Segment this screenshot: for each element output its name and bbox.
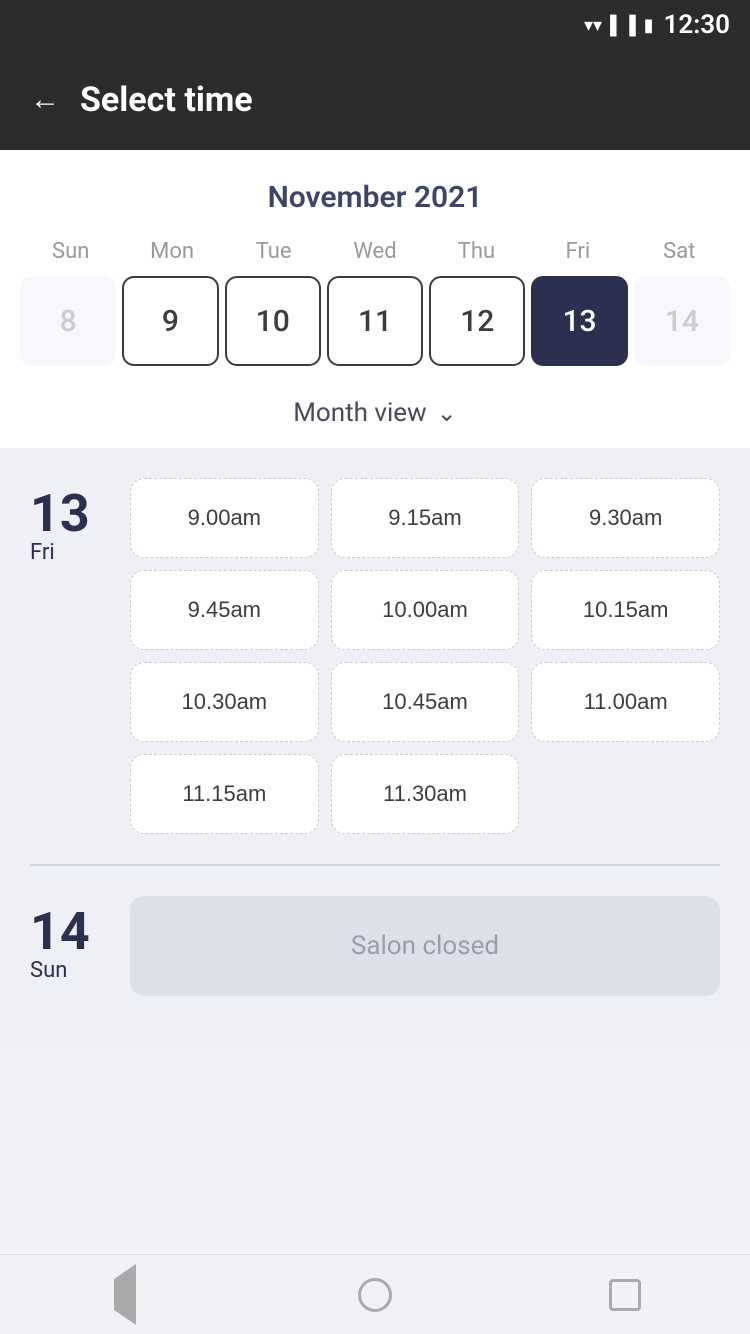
time-slot-900am[interactable]: 9.00am <box>130 478 319 558</box>
status-bar: ▾▾ ▌▐ ▮ 12:30 <box>0 0 750 50</box>
day-11[interactable]: 11 <box>327 276 423 366</box>
time-slot-945am[interactable]: 9.45am <box>130 570 319 650</box>
nav-back-button[interactable] <box>95 1265 155 1325</box>
time-slot-1030am[interactable]: 10.30am <box>130 662 319 742</box>
day-14[interactable]: 14 <box>634 276 730 366</box>
day-14-section: 14 Sun Salon closed <box>30 896 720 1026</box>
section-divider <box>30 864 720 866</box>
home-nav-icon <box>358 1278 392 1312</box>
day-14-label: 14 Sun <box>30 896 110 983</box>
day-13-number: 13 <box>30 488 90 540</box>
time-slot-1000am[interactable]: 10.00am <box>331 570 520 650</box>
weekday-wed: Wed <box>324 239 425 264</box>
time-slots-section: 13 Fri 9.00am 9.15am 9.30am 9.45am 10.00… <box>0 448 750 1046</box>
weekdays-row: Sun Mon Tue Wed Thu Fri Sat <box>20 239 730 264</box>
days-row: 8 9 10 11 12 13 14 <box>20 276 730 366</box>
back-icon: ← <box>30 83 60 117</box>
nav-home-button[interactable] <box>345 1265 405 1325</box>
day-13[interactable]: 13 <box>531 276 627 366</box>
day-9[interactable]: 9 <box>122 276 218 366</box>
day-13-slots-grid: 9.00am 9.15am 9.30am 9.45am 10.00am 10.1… <box>130 478 720 834</box>
day-8[interactable]: 8 <box>20 276 116 366</box>
time-slot-1115am[interactable]: 11.15am <box>130 754 319 834</box>
month-view-label: Month view <box>293 398 426 428</box>
header: ← Select time <box>0 50 750 150</box>
time-slot-915am[interactable]: 9.15am <box>331 478 520 558</box>
weekday-thu: Thu <box>426 239 527 264</box>
time-slot-1100am[interactable]: 11.00am <box>531 662 720 742</box>
status-time: 12:30 <box>664 10 731 40</box>
day-13-label: 13 Fri <box>30 478 110 834</box>
weekday-fri: Fri <box>527 239 628 264</box>
battery-icon: ▮ <box>644 15 654 36</box>
chevron-down-icon: ⌄ <box>437 399 457 427</box>
day-13-name: Fri <box>30 540 55 565</box>
back-button[interactable]: ← <box>30 83 60 117</box>
time-slot-930am[interactable]: 9.30am <box>531 478 720 558</box>
recent-nav-icon <box>609 1279 641 1311</box>
day-12[interactable]: 12 <box>429 276 525 366</box>
time-slot-1130am[interactable]: 11.30am <box>331 754 520 834</box>
nav-recent-button[interactable] <box>595 1265 655 1325</box>
salon-closed-text: Salon closed <box>351 931 499 961</box>
month-view-toggle[interactable]: Month view ⌄ <box>20 382 730 448</box>
salon-closed-box: Salon closed <box>130 896 720 996</box>
weekday-tue: Tue <box>223 239 324 264</box>
back-nav-icon <box>114 1279 136 1311</box>
wifi-icon: ▾▾ <box>584 15 602 36</box>
day-10[interactable]: 10 <box>225 276 321 366</box>
day-13-section: 13 Fri 9.00am 9.15am 9.30am 9.45am 10.00… <box>30 478 720 834</box>
time-slot-1045am[interactable]: 10.45am <box>331 662 520 742</box>
page-title: Select time <box>80 80 253 120</box>
day-14-name: Sun <box>30 958 67 983</box>
bottom-nav <box>0 1254 750 1334</box>
weekday-sat: Sat <box>629 239 730 264</box>
time-slot-1015am[interactable]: 10.15am <box>531 570 720 650</box>
calendar-section: November 2021 Sun Mon Tue Wed Thu Fri Sa… <box>0 150 750 448</box>
weekday-mon: Mon <box>121 239 222 264</box>
status-icons: ▾▾ ▌▐ ▮ <box>584 15 654 36</box>
weekday-sun: Sun <box>20 239 121 264</box>
day-14-number: 14 <box>30 906 90 958</box>
signal-icon: ▌▐ <box>610 15 636 36</box>
month-year-label: November 2021 <box>20 180 730 215</box>
